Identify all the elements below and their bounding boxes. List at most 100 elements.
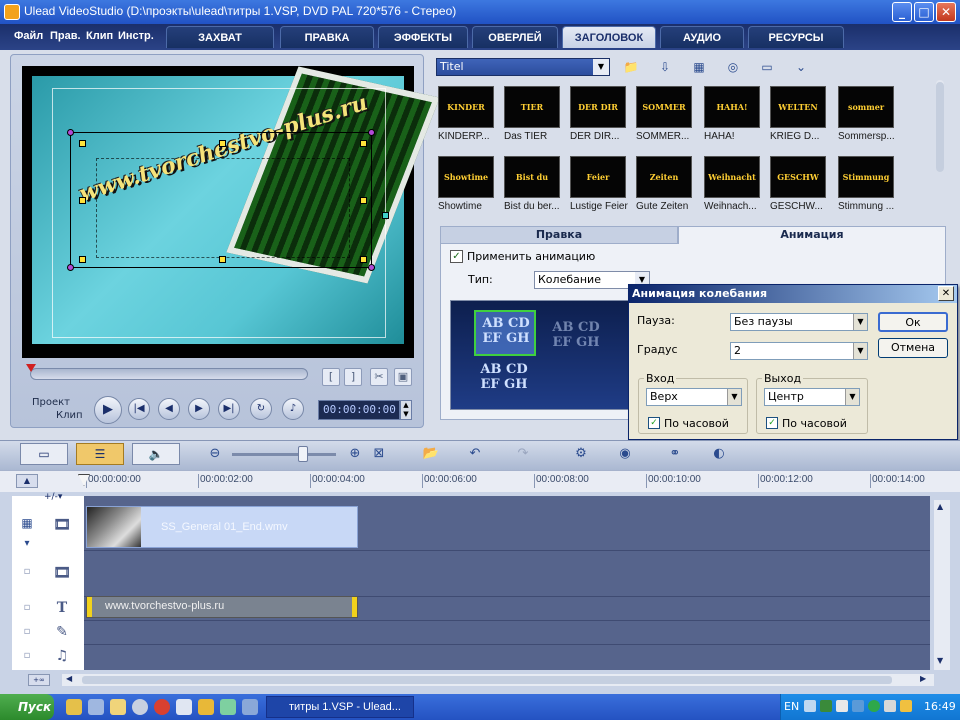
next-frame-icon[interactable]: ▶	[188, 398, 210, 420]
refresh-icon[interactable]: ◎	[722, 57, 744, 77]
library-item[interactable]: Feier Lustige Feier	[570, 156, 628, 216]
title-clip[interactable]: www.tvorchestvo-plus.ru	[86, 596, 358, 618]
quicklaunch-icon[interactable]	[154, 699, 170, 715]
quicklaunch-icon[interactable]	[242, 699, 258, 715]
tray-icon[interactable]	[852, 700, 864, 712]
library-item[interactable]: TIER Das TIER	[504, 86, 562, 146]
close-button[interactable]: ✕	[936, 2, 956, 22]
tray-icon[interactable]	[836, 700, 848, 712]
zoom-slider-track[interactable]	[232, 453, 336, 456]
video-clip[interactable]: SS_General 01_End.wmv	[86, 506, 358, 548]
voice-track[interactable]	[84, 620, 930, 644]
library-item[interactable]: Showtime Showtime	[438, 156, 496, 216]
track-manager-icon[interactable]: ⚭	[664, 444, 686, 464]
scroll-left-icon[interactable]: ◀	[66, 674, 72, 683]
clock[interactable]: 16:49	[924, 700, 956, 713]
tab-effects[interactable]: ЭФФЕКТЫ	[378, 26, 468, 48]
insert-media-icon[interactable]: 📂	[420, 444, 442, 464]
prev-frame-icon[interactable]: ◀	[158, 398, 180, 420]
track-lock-icon[interactable]: ▫	[14, 566, 40, 577]
rotate-handle[interactable]	[67, 129, 74, 136]
zoom-out-icon[interactable]: ⊖	[204, 444, 226, 464]
library-item[interactable]: GESCHW GESCHW...	[770, 156, 828, 216]
resize-handle[interactable]	[79, 256, 86, 263]
play-icon[interactable]: ▶	[94, 396, 122, 424]
library-scrollbar[interactable]	[936, 80, 944, 172]
tab-edit[interactable]: ПРАВКА	[280, 26, 374, 48]
track-lock-icon[interactable]: ▫	[14, 650, 40, 661]
scroll-up-icon[interactable]: ▲	[937, 502, 943, 511]
tray-icon[interactable]	[820, 700, 832, 712]
volume-icon[interactable]: ♪	[282, 398, 304, 420]
library-item[interactable]: Zeiten Gute Zeiten	[636, 156, 694, 216]
track-add-icon[interactable]: +/-▾	[44, 492, 62, 502]
storyboard-view-button[interactable]: ▭	[20, 443, 68, 465]
taskbar-item-videostudio[interactable]: титры 1.VSP - Ulead...	[266, 696, 414, 718]
chevron-down-icon[interactable]: ▼	[727, 389, 741, 405]
timeline-vertical-scrollbar[interactable]: ▲ ▼	[934, 500, 950, 670]
library-item[interactable]: Stimmung Stimmung ...	[838, 156, 896, 216]
resize-handle[interactable]	[79, 140, 86, 147]
cancel-button[interactable]: Отмена	[878, 338, 948, 358]
overlay-track[interactable]	[84, 550, 930, 594]
go-end-icon[interactable]: ▶|	[218, 398, 240, 420]
timeline-view-button[interactable]: ☰	[76, 443, 124, 465]
start-button[interactable]: Пуск	[0, 694, 54, 720]
options-icon[interactable]: ▦	[688, 57, 710, 77]
track-expand-icon[interactable]: ▾	[14, 538, 40, 549]
out-direction-select[interactable]: Центр ▼	[764, 388, 860, 406]
quicklaunch-icon[interactable]	[132, 699, 148, 715]
undo-icon[interactable]: ↶	[464, 444, 486, 464]
tray-icon[interactable]	[868, 700, 880, 712]
library-item[interactable]: WELTEN KRIEG D...	[770, 86, 828, 146]
rotate-handle[interactable]	[67, 264, 74, 271]
out-clockwise-checkbox[interactable]: ✓	[766, 417, 778, 429]
quicklaunch-icon[interactable]	[88, 699, 104, 715]
zoom-in-icon[interactable]: ⊕	[344, 444, 366, 464]
menu-file[interactable]: Файл	[14, 30, 43, 42]
library-item[interactable]: sommer Sommersp...	[838, 86, 896, 146]
chevron-down-icon[interactable]: ▼	[845, 389, 859, 405]
rotate-handle[interactable]	[368, 129, 375, 136]
chevron-down-icon[interactable]: ▼	[593, 59, 609, 75]
redo-icon[interactable]: ↷	[512, 444, 534, 464]
timeline-horizontal-scrollbar[interactable]: ◀ ▶	[62, 674, 934, 686]
chevron-down-icon[interactable]: ▼	[853, 314, 867, 330]
text-selection-box[interactable]	[70, 132, 372, 268]
fullscreen-icon[interactable]: ▣	[394, 368, 412, 386]
animation-preset[interactable]: AB CD EF GH	[478, 316, 534, 346]
folder-icon[interactable]	[110, 699, 126, 715]
preview-scrub-bar[interactable]	[30, 368, 308, 380]
library-manager-icon[interactable]: ▭	[756, 57, 778, 77]
label-clip[interactable]: Клип	[56, 410, 83, 421]
in-clockwise-checkbox[interactable]: ✓	[648, 417, 660, 429]
in-direction-select[interactable]: Верх ▼	[646, 388, 742, 406]
ok-button[interactable]: Ок	[878, 312, 948, 332]
degree-select[interactable]: 2 ▼	[730, 342, 868, 360]
record-icon[interactable]: ◉	[614, 444, 636, 464]
timeline-ruler[interactable]	[0, 470, 960, 492]
chevron-down-icon[interactable]: ▼	[853, 343, 867, 359]
audio-view-button[interactable]: 🔈	[132, 443, 180, 465]
tray-icon[interactable]	[884, 700, 896, 712]
smart-proxy-icon[interactable]: ⚙	[570, 444, 592, 464]
timecode-spinner[interactable]: ▲ ▼	[400, 400, 412, 420]
resize-handle[interactable]	[360, 197, 367, 204]
library-item[interactable]: HAHA! HAHA!	[704, 86, 762, 146]
ruler-collapse-icon[interactable]: ▲	[16, 474, 38, 488]
go-start-icon[interactable]: |◀	[128, 398, 150, 420]
language-indicator[interactable]: EN	[784, 700, 799, 713]
video-track-toggle-icon[interactable]: ▦	[14, 516, 40, 530]
scrollbar-thumb[interactable]	[936, 82, 944, 172]
pivot-handle[interactable]	[382, 212, 389, 219]
tab-options-animation[interactable]: Анимация	[678, 226, 946, 244]
resize-handle[interactable]	[79, 197, 86, 204]
library-item[interactable]: Bist du Bist du ber...	[504, 156, 562, 216]
library-item[interactable]: Weihnacht Weihnach...	[704, 156, 762, 216]
quicklaunch-icon[interactable]	[176, 699, 192, 715]
scrollbar-thumb[interactable]	[82, 676, 892, 684]
quicklaunch-icon[interactable]	[220, 699, 236, 715]
track-lock-icon[interactable]: ▫	[14, 626, 40, 637]
library-category-select[interactable]: Titel ▼	[436, 58, 610, 76]
animation-preset[interactable]: AB CD EF GH	[476, 362, 532, 392]
